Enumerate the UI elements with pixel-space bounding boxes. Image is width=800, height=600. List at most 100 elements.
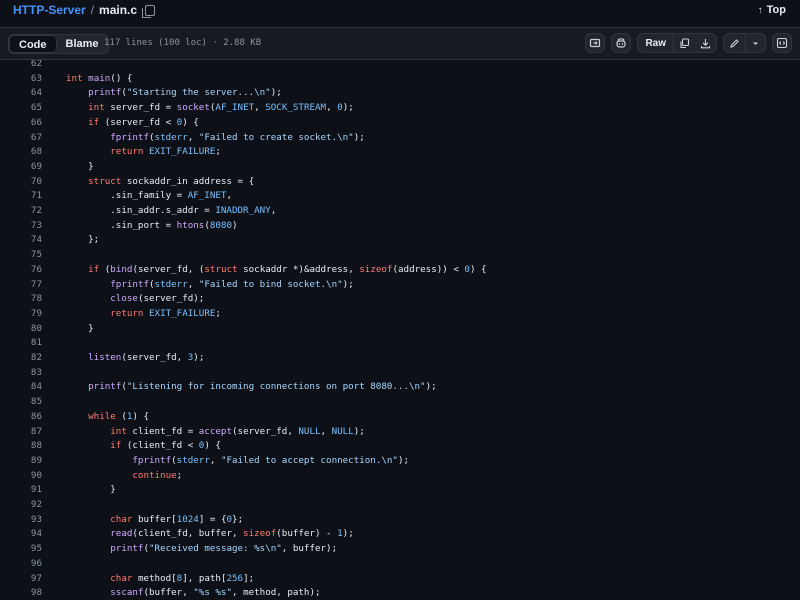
line-number[interactable]: 79 (0, 307, 42, 322)
line-number[interactable]: 80 (0, 322, 42, 337)
line-number[interactable]: 72 (0, 204, 42, 219)
code-line: 88 if (client_fd < 0) { (0, 439, 800, 454)
line-number[interactable]: 67 (0, 131, 42, 146)
line-number[interactable]: 65 (0, 101, 42, 116)
line-number[interactable]: 81 (0, 336, 42, 351)
line-number[interactable]: 75 (0, 248, 42, 263)
code-line: 95 printf("Received message: %s\n", buff… (0, 542, 800, 557)
chevron-down-icon (753, 42, 758, 45)
line-number[interactable]: 94 (0, 527, 42, 542)
code-text: .sin_port = htons(8080) (66, 219, 238, 231)
view-toggle: Code Blame (8, 34, 109, 54)
line-number[interactable]: 71 (0, 189, 42, 204)
line-number[interactable]: 70 (0, 175, 42, 190)
open-in-button[interactable] (585, 33, 606, 53)
copy-raw-icon (680, 37, 690, 48)
code-text: } (66, 484, 116, 496)
line-number[interactable]: 84 (0, 380, 42, 395)
tab-code[interactable]: Code (9, 35, 57, 53)
line-number[interactable]: 69 (0, 160, 42, 175)
code-line: 62 (0, 60, 800, 72)
line-number[interactable]: 92 (0, 498, 42, 513)
code-text: .sin_family = AF_INET, (66, 190, 232, 202)
code-text: if (server_fd < 0) { (88, 116, 199, 128)
line-number[interactable]: 64 (0, 86, 42, 101)
code-line: 96 (0, 557, 800, 572)
download-button[interactable] (695, 34, 716, 52)
code-line: 81 (0, 336, 800, 351)
code-text: sscanf(buffer, "%s %s", method, path); (110, 587, 321, 599)
code-line: 66 if (server_fd < 0) { (0, 116, 800, 131)
code-text: char method[8], path[256]; (110, 572, 255, 584)
top-button[interactable]: ↑ Top (758, 4, 786, 16)
code-line: 67 fprintf(stderr, "Failed to create soc… (0, 131, 800, 146)
code-text: fprintf(stderr, "Failed to bind socket.\… (110, 278, 354, 290)
edit-actions (723, 33, 766, 53)
line-number[interactable]: 88 (0, 439, 42, 454)
tab-blame[interactable]: Blame (57, 35, 108, 53)
code-text: printf("Starting the server...\n"); (88, 87, 282, 99)
line-number[interactable]: 74 (0, 233, 42, 248)
line-number[interactable]: 66 (0, 116, 42, 131)
code-text: if (bind(server_fd, (struct sockaddr *)&… (88, 263, 487, 275)
code-text: struct sockaddr_in address = { (88, 175, 255, 187)
copy-raw-button[interactable] (674, 34, 695, 52)
breadcrumb: HTTP-Server / main.c (13, 3, 156, 18)
code-line: 78 close(server_fd); (0, 292, 800, 307)
line-number[interactable]: 68 (0, 145, 42, 160)
code-text: .sin_addr.s_addr = INADDR_ANY, (66, 205, 277, 216)
code-line: 68 return EXIT_FAILURE; (0, 145, 800, 160)
code-text: read(client_fd, buffer, sizeof(buffer) -… (110, 528, 354, 540)
code-line: 79 return EXIT_FAILURE; (0, 307, 800, 322)
line-number[interactable]: 93 (0, 513, 42, 528)
code-text: }; (66, 234, 100, 246)
code-text: return EXIT_FAILURE; (110, 307, 221, 319)
line-number[interactable]: 78 (0, 292, 42, 307)
file-meta: 117 lines (100 loc) · 2.88 KB (104, 38, 262, 48)
edit-menu-button[interactable] (746, 34, 765, 52)
breadcrumb-separator: / (90, 3, 95, 17)
code-text: return EXIT_FAILURE; (110, 146, 221, 158)
line-number[interactable]: 95 (0, 542, 42, 557)
line-number[interactable]: 97 (0, 572, 42, 587)
line-number[interactable]: 91 (0, 483, 42, 498)
line-number[interactable]: 89 (0, 454, 42, 469)
code-text: char buffer[1024] = {0}; (110, 513, 244, 525)
code-text: if (client_fd < 0) { (110, 440, 221, 452)
arrow-up-icon: ↑ (757, 4, 763, 16)
breadcrumb-repo-link[interactable]: HTTP-Server (13, 3, 86, 17)
line-number[interactable]: 82 (0, 351, 42, 366)
line-number[interactable]: 96 (0, 557, 42, 572)
code-line: 70 struct sockaddr_in address = { (0, 175, 800, 190)
code-line: 90 continue; (0, 469, 800, 484)
line-number[interactable]: 86 (0, 410, 42, 425)
copilot-button[interactable] (611, 33, 632, 53)
code-line: 92 (0, 498, 800, 513)
line-number[interactable]: 76 (0, 263, 42, 278)
line-number[interactable]: 90 (0, 469, 42, 484)
copy-icon[interactable] (142, 4, 156, 18)
raw-button[interactable]: Raw (638, 34, 674, 52)
line-number[interactable]: 77 (0, 278, 42, 293)
code-text: } (66, 160, 94, 172)
line-number[interactable]: 62 (0, 60, 42, 72)
toolbar-actions: Raw (585, 33, 792, 53)
code-line: 97 char method[8], path[256]; (0, 572, 800, 587)
line-number[interactable]: 73 (0, 219, 42, 234)
symbols-panel-button[interactable] (772, 33, 792, 53)
line-number[interactable]: 98 (0, 586, 42, 600)
line-number[interactable]: 83 (0, 366, 42, 381)
code-line: 71 .sin_family = AF_INET, (0, 189, 800, 204)
edit-button[interactable] (724, 34, 746, 52)
code-text: printf("Received message: %s\n", buffer)… (110, 543, 338, 555)
code-line: 76 if (bind(server_fd, (struct sockaddr … (0, 263, 800, 278)
code-line: 91 } (0, 483, 800, 498)
code-text: fprintf(stderr, "Failed to create socket… (110, 131, 365, 143)
code-text: close(server_fd); (110, 293, 205, 305)
raw-actions: Raw (637, 33, 717, 53)
line-number[interactable]: 87 (0, 425, 42, 440)
line-number[interactable]: 85 (0, 395, 42, 410)
line-number[interactable]: 63 (0, 72, 42, 87)
code-text: printf("Listening for incoming connectio… (88, 381, 437, 393)
pencil-icon (730, 38, 739, 48)
